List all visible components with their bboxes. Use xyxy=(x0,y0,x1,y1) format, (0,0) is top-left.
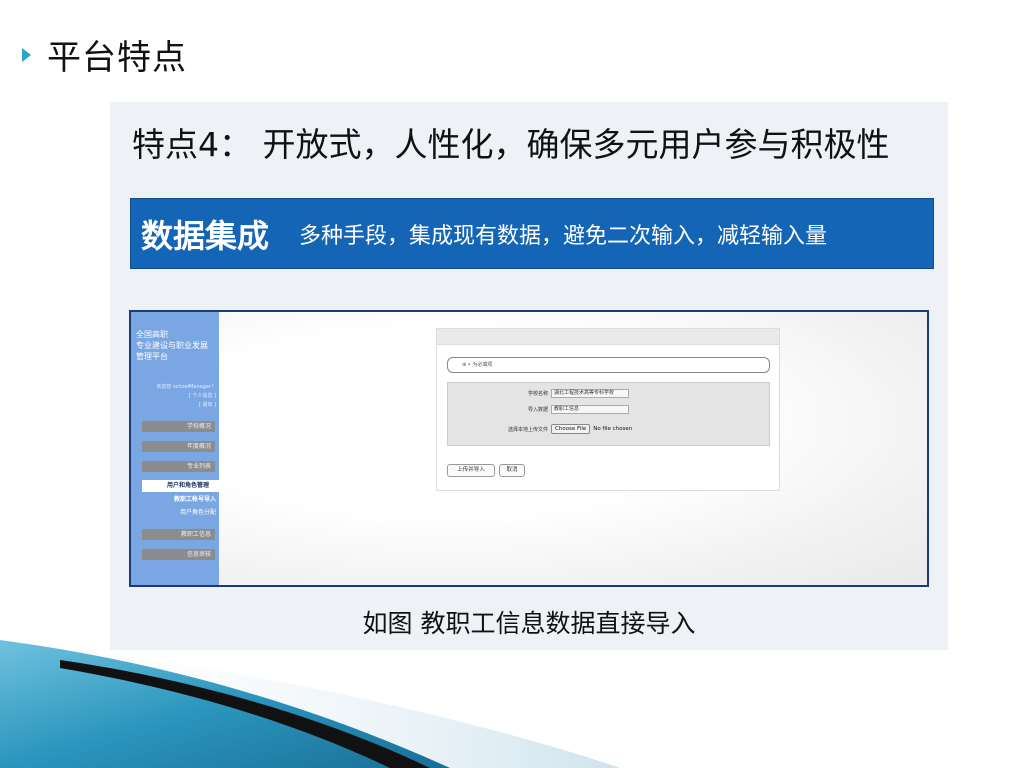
data-field[interactable]: 教职工信息 xyxy=(551,405,629,414)
file-label: 选择本地上传文件 xyxy=(507,426,548,433)
sidebar-item-major-list[interactable]: 专业列表 xyxy=(142,461,215,472)
import-form: 学校名称 湖北工程技术高等专科学校 导入数据 教职工信息 选择本地上传文件 Ch… xyxy=(447,382,770,446)
banner-subtitle: 多种手段，集成现有数据，避免二次输入，减轻输入量 xyxy=(299,223,828,249)
sidebar-item-annual-overview[interactable]: 年度概况 xyxy=(142,441,215,452)
cancel-button[interactable]: 取消 xyxy=(499,464,525,477)
swoosh-light xyxy=(0,645,620,768)
banner-heading: 数据集成 xyxy=(141,216,270,255)
upload-import-button[interactable]: 上传并导入 xyxy=(447,464,495,477)
sidebar-item-review[interactable]: 信息审核 xyxy=(142,549,215,560)
import-card: ⊕ • 为必填项 学校名称 湖北工程技术高等专科学校 导入数据 教职工信息 选择… xyxy=(436,328,780,491)
card-header xyxy=(437,329,779,345)
sidebar-item-staff-info[interactable]: 教职工信息 xyxy=(142,529,215,540)
slide-heading: 平台特点 xyxy=(22,30,187,79)
form-row-school: 学校名称 湖北工程技术高等专科学校 xyxy=(448,389,629,398)
feature-banner: 数据集成 多种手段，集成现有数据，避免二次输入，减轻输入量 xyxy=(130,198,934,269)
logout-link[interactable]: [ 退出 ] xyxy=(131,401,216,410)
app-title: 全国高职 专业建设与职业发展 管理平台 xyxy=(136,329,208,362)
figure-caption: 如图 教职工信息数据直接导入 xyxy=(362,609,696,638)
form-row-data: 导入数据 教职工信息 xyxy=(448,405,629,414)
help-bar: ⊕ • 为必填项 xyxy=(447,357,770,373)
swoosh-dark xyxy=(60,660,430,768)
swoosh-blue xyxy=(0,640,450,768)
welcome-text: 欢迎您 schoolManager！ xyxy=(156,384,216,390)
content-panel: 特点4： 开放式，人性化，确保多元用户参与积极性 数据集成 多种手段，集成现有数… xyxy=(110,102,948,650)
form-row-file: 选择本地上传文件 Choose File No file chosen xyxy=(448,424,632,434)
sidebar-item-school-overview[interactable]: 学校概况 xyxy=(142,421,215,432)
bullet-icon xyxy=(22,47,31,62)
feature-title: 特点4： 开放式，人性化，确保多元用户参与积极性 xyxy=(132,125,890,164)
school-field[interactable]: 湖北工程技术高等专科学校 xyxy=(551,389,629,398)
app-title-line: 专业建设与职业发展 xyxy=(136,341,208,350)
embedded-screenshot: 全国高职 专业建设与职业发展 管理平台 欢迎您 schoolManager！ [… xyxy=(129,310,929,587)
school-label: 学校名称 xyxy=(527,391,548,397)
sidebar-subitem-role-assign[interactable]: 用户角色分配 xyxy=(131,508,216,517)
app-sidebar: 全国高职 专业建设与职业发展 管理平台 欢迎您 schoolManager！ [… xyxy=(131,312,219,585)
slide-title: 平台特点 xyxy=(47,38,187,78)
data-label: 导入数据 xyxy=(527,407,548,413)
sidebar-item-user-role[interactable]: 用户和角色管理 xyxy=(142,480,219,492)
app-title-line: 全国高职 xyxy=(136,330,168,339)
sidebar-subitem-staff-import[interactable]: 教职工帐号导入 xyxy=(131,495,216,504)
profile-link[interactable]: [ 个人信息 ] xyxy=(131,392,216,401)
choose-file-button[interactable]: Choose File xyxy=(551,424,591,434)
app-title-line: 管理平台 xyxy=(136,352,168,361)
user-info: 欢迎您 schoolManager！ [ 个人信息 ] [ 退出 ] xyxy=(131,383,216,410)
no-file-text: No file chosen xyxy=(593,426,633,432)
